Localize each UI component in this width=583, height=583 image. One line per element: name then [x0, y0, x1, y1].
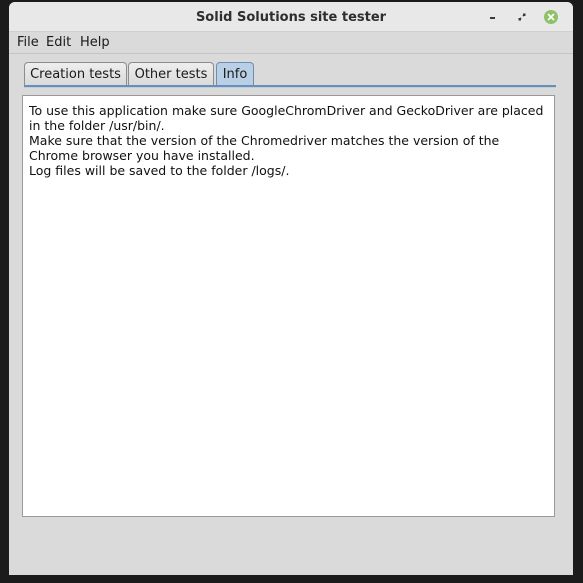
- app-window: Solid Solutions site tester File Edit He…: [9, 2, 573, 575]
- tab-info[interactable]: Info: [216, 62, 254, 86]
- maximize-icon: [518, 13, 526, 21]
- minimize-icon: [490, 17, 495, 19]
- minimize-button[interactable]: [486, 10, 500, 24]
- close-button[interactable]: [544, 10, 558, 24]
- tab-creation-tests[interactable]: Creation tests: [24, 62, 127, 86]
- menu-edit[interactable]: Edit: [46, 35, 71, 50]
- info-line: To use this application make sure Google…: [29, 103, 544, 118]
- titlebar: Solid Solutions site tester: [9, 2, 573, 32]
- menu-help[interactable]: Help: [80, 35, 110, 50]
- info-line: in the folder /usr/bin/.: [29, 118, 165, 133]
- info-line: Log files will be saved to the folder /l…: [29, 163, 290, 178]
- close-icon: [547, 13, 555, 21]
- tab-other-tests[interactable]: Other tests: [128, 62, 214, 86]
- menubar: File Edit Help: [9, 32, 573, 54]
- tab-divider-highlight: [24, 87, 556, 88]
- menu-file[interactable]: File: [17, 35, 39, 50]
- maximize-button[interactable]: [515, 10, 529, 24]
- info-line: Make sure that the version of the Chrome…: [29, 133, 500, 148]
- info-text-area[interactable]: To use this application make sure Google…: [22, 95, 555, 517]
- info-line: Chrome browser you have installed.: [29, 148, 255, 163]
